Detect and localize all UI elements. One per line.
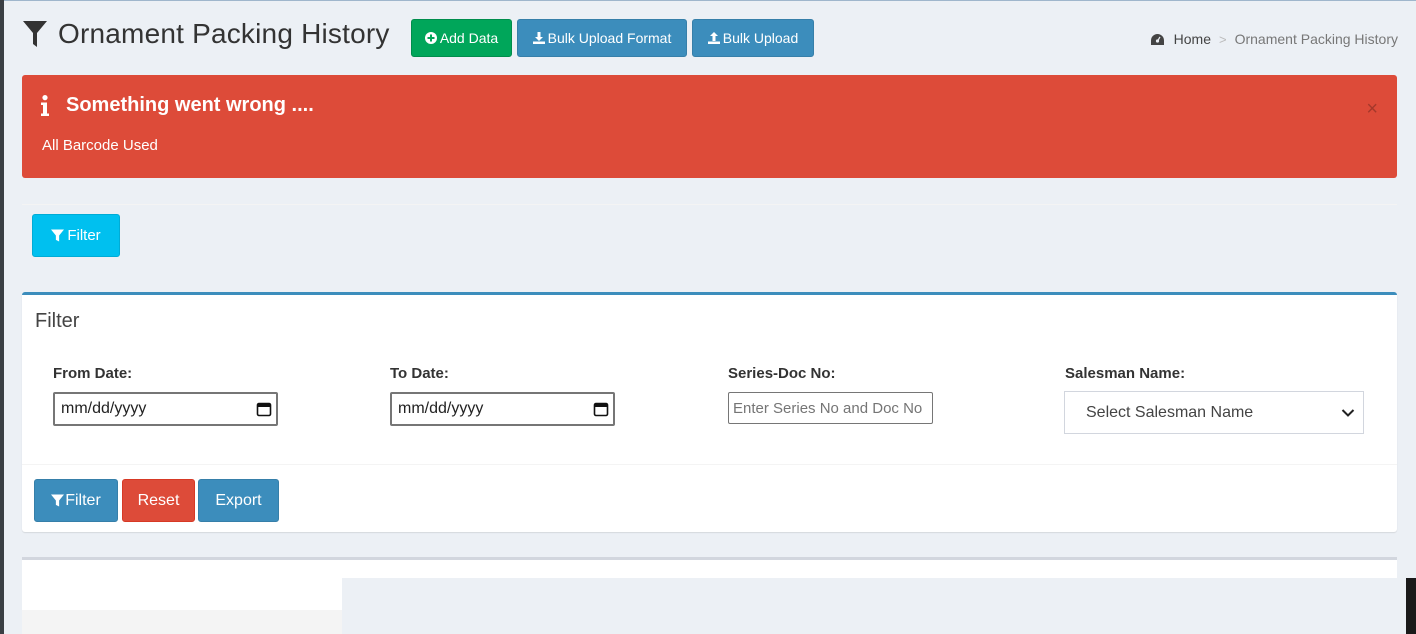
salesman-name-label: Salesman Name:	[1065, 365, 1186, 382]
filter-icon	[51, 229, 65, 242]
reset-button[interactable]: Reset	[122, 479, 195, 522]
dashboard-icon	[1150, 33, 1164, 45]
filter-toggle-button[interactable]: Filter	[32, 214, 120, 257]
scrollbar-edge	[1406, 578, 1416, 634]
close-icon[interactable]: ×	[1366, 99, 1378, 119]
upload-icon	[707, 32, 720, 44]
filter-panel: Filter From Date: mm/dd/yyyy To Date: mm…	[22, 292, 1397, 532]
plus-circle-icon	[424, 32, 437, 44]
filter-panel-title: Filter	[35, 310, 80, 332]
divider	[22, 204, 1397, 205]
download-icon	[532, 32, 545, 44]
alert-title: Something went wrong ....	[66, 94, 314, 116]
apply-filter-button[interactable]: Filter	[34, 479, 118, 522]
bulk-upload-format-button[interactable]: Bulk Upload Format	[517, 19, 687, 57]
series-doc-input[interactable]	[728, 392, 933, 424]
results-panel-left-row	[22, 610, 342, 634]
page-title-wrap: Ornament Packing History	[22, 18, 390, 50]
info-icon	[41, 94, 49, 116]
bulk-upload-label: Bulk Upload	[722, 30, 799, 46]
filter-toggle-label: Filter	[67, 227, 101, 244]
content-header: Ornament Packing History Add Data Bulk U…	[22, 16, 1398, 60]
error-alert: Something went wrong .... All Barcode Us…	[22, 75, 1397, 178]
to-date-value: mm/dd/yyyy	[398, 400, 484, 417]
calendar-icon[interactable]	[593, 401, 609, 417]
export-button[interactable]: Export	[198, 479, 279, 522]
alert-heading: Something went wrong ....	[40, 94, 314, 117]
breadcrumb: Home > Ornament Packing History	[1150, 31, 1398, 47]
bulk-upload-button[interactable]: Bulk Upload	[692, 19, 814, 57]
breadcrumb-home-link[interactable]: Home	[1174, 31, 1211, 47]
reset-label: Reset	[137, 491, 180, 509]
calendar-icon[interactable]	[256, 401, 272, 417]
window-left-border	[0, 0, 4, 634]
alert-message: All Barcode Used	[42, 137, 158, 154]
from-date-label: From Date:	[53, 365, 133, 382]
page-title: Ornament Packing History	[58, 18, 390, 49]
box-footer-divider	[22, 464, 1397, 465]
filter-icon	[51, 494, 65, 507]
to-date-input[interactable]: mm/dd/yyyy	[390, 392, 615, 426]
results-panel-left	[22, 578, 342, 610]
chevron-down-icon	[1341, 408, 1355, 417]
salesman-select[interactable]: Select Salesman Name	[1064, 391, 1364, 434]
results-box	[22, 560, 1397, 578]
bulk-upload-format-label: Bulk Upload Format	[547, 30, 672, 46]
apply-filter-label: Filter	[65, 491, 101, 509]
export-label: Export	[215, 491, 262, 509]
breadcrumb-current: Ornament Packing History	[1234, 31, 1398, 47]
salesman-select-value: Select Salesman Name	[1086, 403, 1254, 421]
window-top-border	[0, 0, 1416, 1]
to-date-label: To Date:	[390, 365, 449, 382]
series-doc-label: Series-Doc No:	[728, 365, 836, 382]
add-data-button[interactable]: Add Data	[411, 19, 512, 57]
from-date-input[interactable]: mm/dd/yyyy	[53, 392, 278, 426]
from-date-value: mm/dd/yyyy	[61, 400, 147, 417]
add-data-label: Add Data	[439, 30, 499, 46]
filter-icon	[23, 21, 47, 47]
breadcrumb-separator: >	[1219, 31, 1227, 47]
